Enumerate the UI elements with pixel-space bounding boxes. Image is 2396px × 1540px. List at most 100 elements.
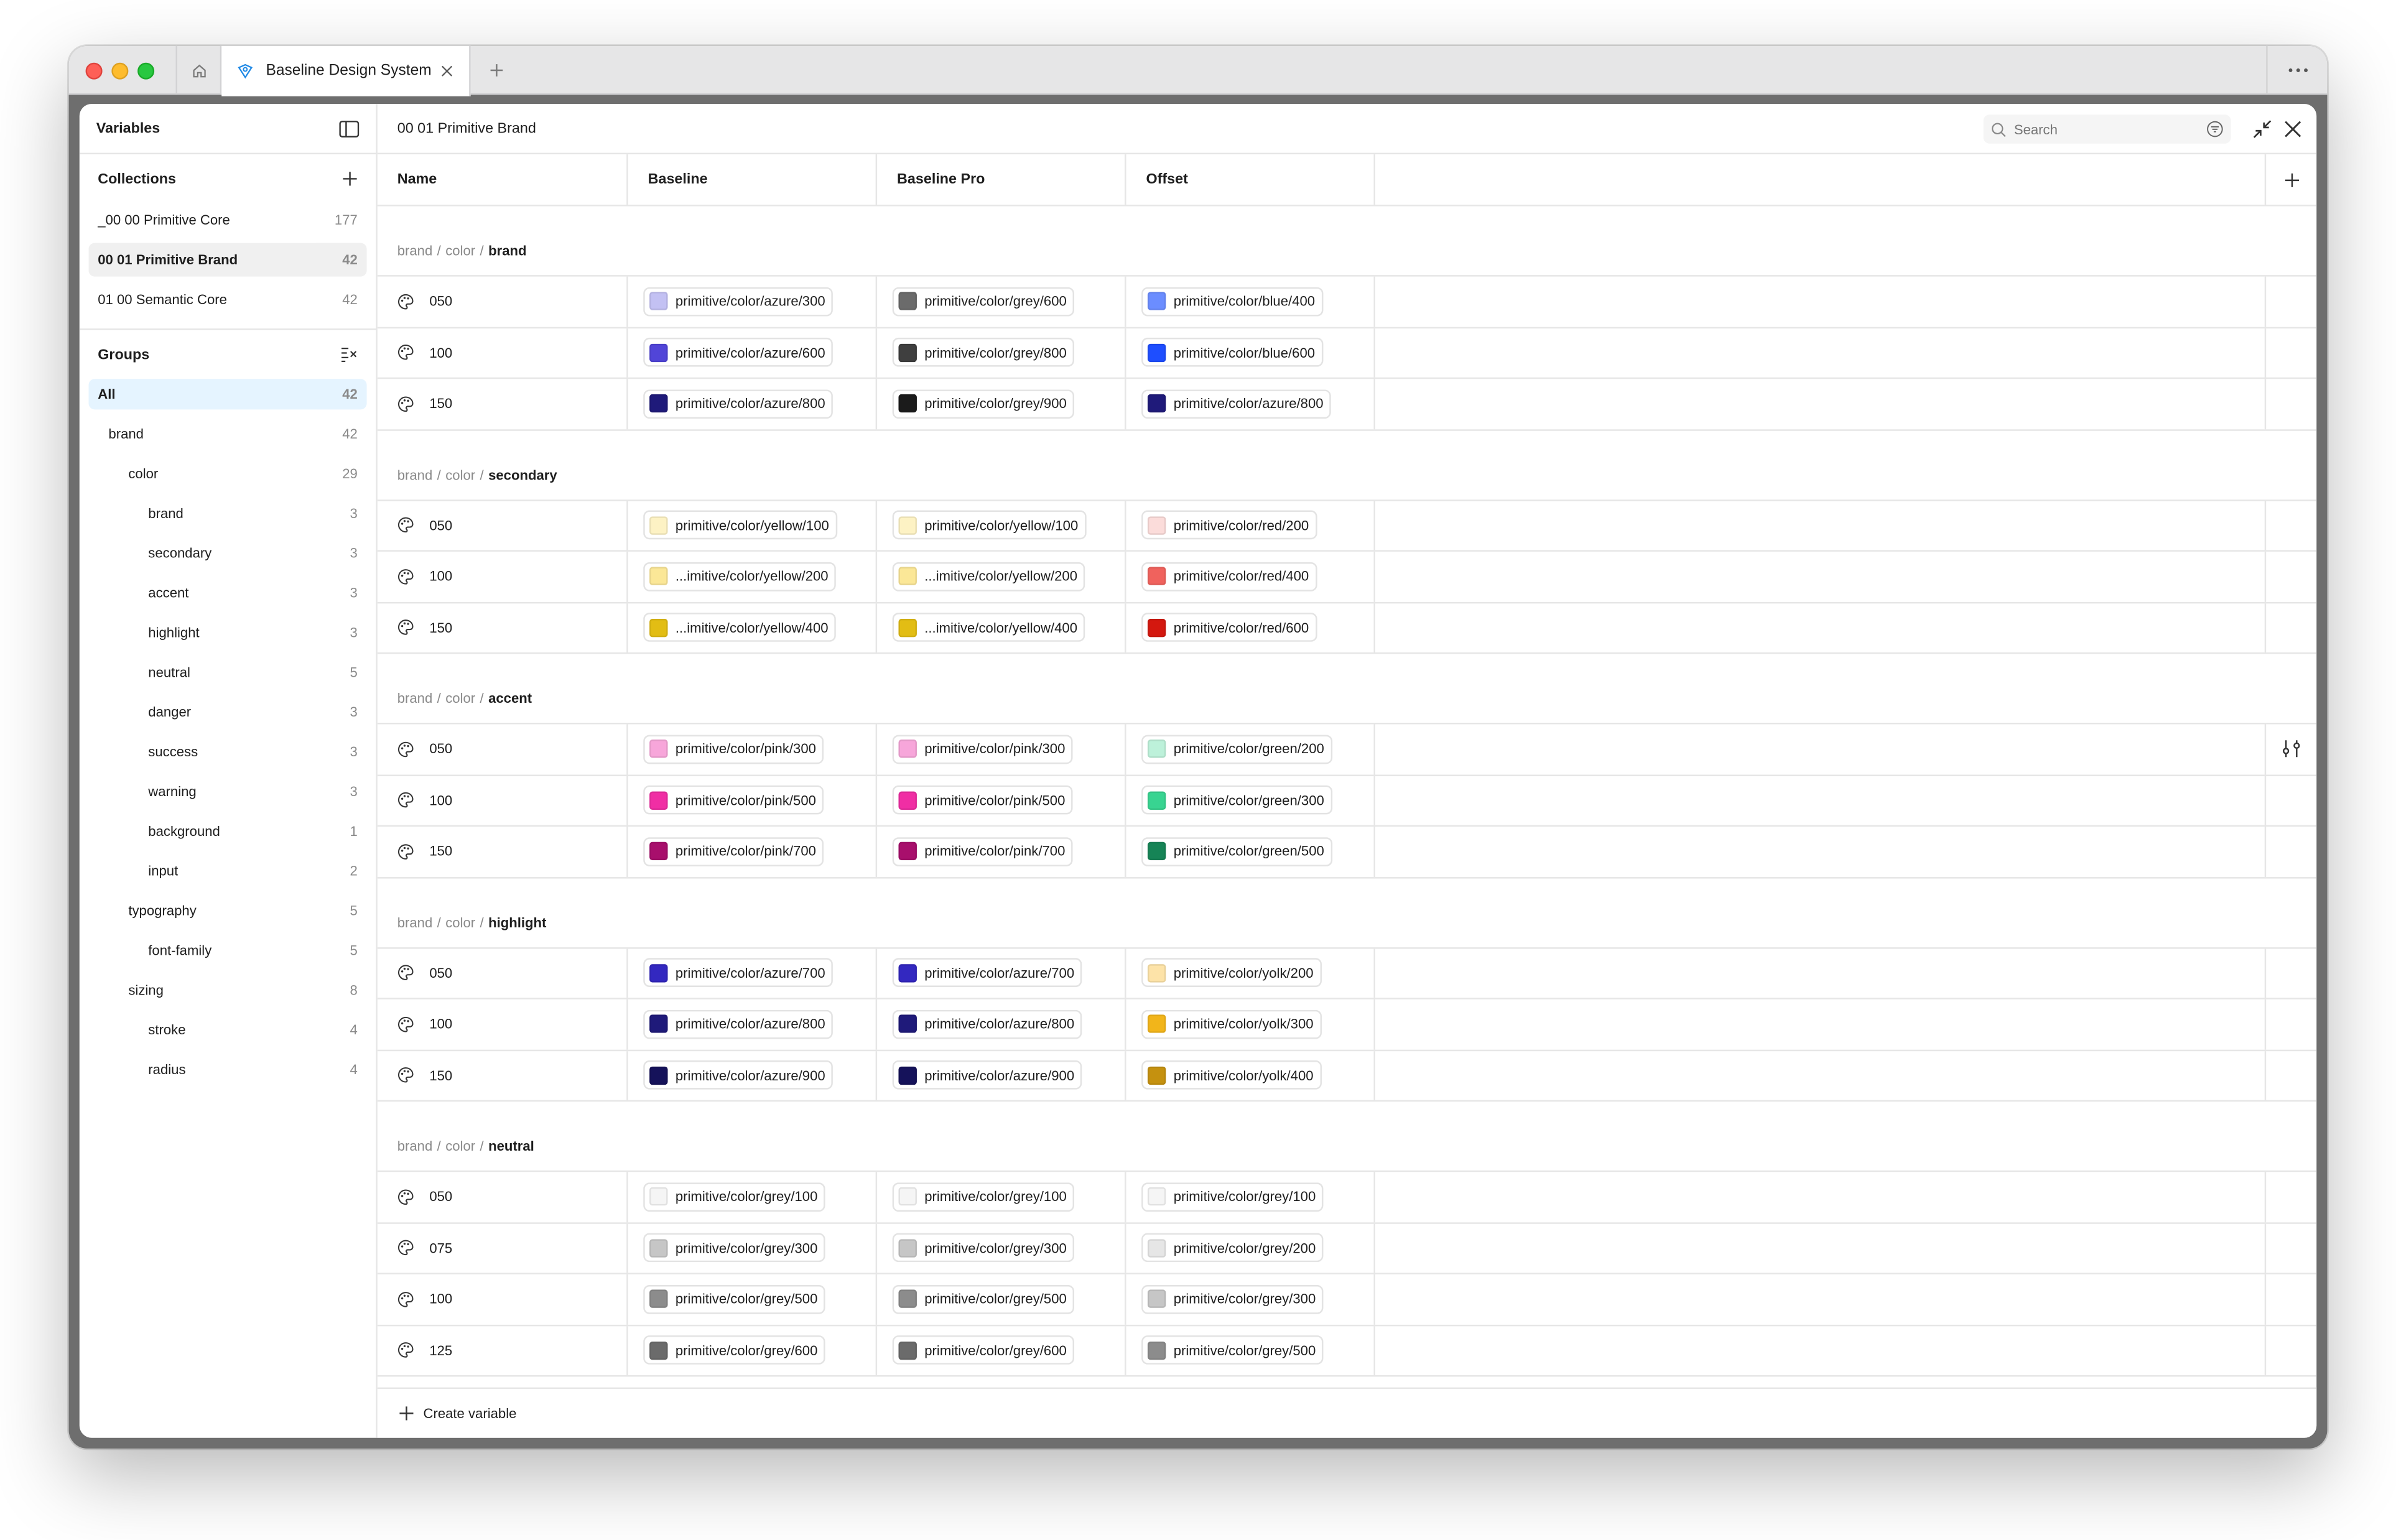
group-item[interactable]: input 2 [88, 856, 366, 886]
variable-name-cell[interactable]: 150 [378, 603, 628, 652]
alias-pill[interactable]: primitive/color/yolk/300 [1141, 1009, 1321, 1039]
variable-value-cell[interactable]: primitive/color/azure/800 [628, 999, 878, 1049]
variable-value-cell[interactable]: primitive/color/grey/100 [877, 1172, 1126, 1222]
variable-value-cell[interactable]: primitive/color/azure/900 [628, 1050, 878, 1100]
variable-value-cell[interactable]: primitive/color/grey/900 [877, 379, 1126, 429]
variable-value-cell[interactable]: primitive/color/azure/300 [628, 276, 878, 327]
variable-value-cell[interactable]: primitive/color/azure/700 [628, 948, 878, 998]
table-row[interactable]: 100 primitive/color/grey/500 primitive/col… [377, 1274, 2317, 1326]
variable-name-cell[interactable]: 150 [378, 379, 628, 429]
variable-name-cell[interactable]: 050 [378, 276, 628, 327]
alias-pill[interactable]: ...imitive/color/yellow/400 [892, 613, 1085, 642]
group-item[interactable]: font-family 5 [88, 935, 366, 965]
variable-value-cell[interactable]: primitive/color/green/300 [1126, 775, 1375, 825]
filter-icon[interactable] [2206, 121, 2223, 137]
row-options-cell[interactable] [2266, 501, 2316, 550]
group-item[interactable]: color 29 [88, 458, 366, 489]
search-box[interactable] [1983, 114, 2231, 144]
variable-value-cell[interactable]: primitive/color/grey/500 [877, 1274, 1126, 1324]
edit-variable-icon[interactable] [2282, 740, 2301, 758]
table-row[interactable]: 050 primitive/color/yellow/100 primitive/c… [377, 500, 2317, 552]
variable-value-cell[interactable]: primitive/color/azure/700 [877, 948, 1126, 998]
create-variable-button[interactable]: Create variable [399, 1406, 516, 1421]
variable-name-cell[interactable]: 150 [378, 827, 628, 876]
variable-value-cell[interactable]: primitive/color/pink/500 [628, 775, 878, 825]
alias-pill[interactable]: primitive/color/pink/700 [643, 837, 824, 866]
alias-pill[interactable]: primitive/color/azure/700 [892, 958, 1082, 988]
alias-pill[interactable]: ...imitive/color/yellow/200 [892, 562, 1085, 591]
new-tab-button[interactable] [485, 58, 509, 82]
variable-name-cell[interactable]: 100 [378, 999, 628, 1049]
add-collection-icon[interactable] [342, 171, 358, 187]
row-options-cell[interactable] [2266, 277, 2316, 327]
column-mode-baseline-pro[interactable]: Baseline Pro [877, 154, 1126, 205]
alias-pill[interactable]: primitive/color/grey/100 [1141, 1182, 1324, 1212]
variable-value-cell[interactable]: ...imitive/color/yellow/400 [628, 603, 878, 652]
search-input[interactable] [2013, 121, 2207, 137]
collection-item[interactable]: _00 00 Primitive Core 177 [88, 203, 366, 237]
alias-pill[interactable]: primitive/color/grey/100 [892, 1182, 1075, 1212]
table-row[interactable]: 100 ...imitive/color/yellow/200 ...imitive… [377, 551, 2317, 603]
variable-name-cell[interactable]: 050 [378, 500, 628, 550]
alias-pill[interactable]: primitive/color/grey/500 [643, 1284, 825, 1314]
variable-value-cell[interactable]: primitive/color/grey/300 [1126, 1274, 1375, 1324]
column-mode-baseline[interactable]: Baseline [628, 154, 878, 205]
row-options-cell[interactable] [2266, 1000, 2316, 1049]
alias-pill[interactable]: primitive/color/red/600 [1141, 613, 1317, 642]
alias-pill[interactable]: primitive/color/yolk/400 [1141, 1060, 1321, 1090]
alias-pill[interactable]: primitive/color/grey/900 [892, 389, 1075, 419]
alias-pill[interactable]: ...imitive/color/yellow/400 [643, 613, 836, 642]
variable-name-cell[interactable]: 050 [378, 948, 628, 998]
variable-value-cell[interactable]: primitive/color/grey/600 [628, 1325, 878, 1375]
row-options-cell[interactable] [2266, 948, 2316, 998]
variable-value-cell[interactable]: primitive/color/yellow/100 [877, 500, 1126, 550]
close-panel-icon[interactable] [2283, 119, 2303, 139]
variable-value-cell[interactable]: primitive/color/grey/300 [877, 1223, 1126, 1273]
column-mode-offset[interactable]: Offset [1126, 154, 1375, 205]
variable-name-cell[interactable]: 050 [378, 724, 628, 774]
alias-pill[interactable]: primitive/color/azure/800 [643, 389, 833, 419]
variable-name-cell[interactable]: 100 [378, 327, 628, 378]
variable-value-cell[interactable]: ...imitive/color/yellow/200 [628, 551, 878, 601]
variable-value-cell[interactable]: primitive/color/grey/300 [628, 1223, 878, 1273]
alias-pill[interactable]: primitive/color/azure/800 [643, 1009, 833, 1039]
variable-value-cell[interactable]: primitive/color/yolk/300 [1126, 999, 1375, 1049]
alias-pill[interactable]: primitive/color/grey/800 [892, 338, 1075, 368]
group-item[interactable]: neutral 5 [88, 657, 366, 687]
variable-value-cell[interactable]: primitive/color/yolk/400 [1126, 1050, 1375, 1100]
variable-name-cell[interactable]: 125 [378, 1325, 628, 1375]
alias-pill[interactable]: primitive/color/grey/600 [892, 1335, 1075, 1365]
variable-name-cell[interactable]: 150 [378, 1050, 628, 1100]
group-item[interactable]: accent 3 [88, 578, 366, 608]
variable-value-cell[interactable]: primitive/color/grey/600 [877, 276, 1126, 327]
row-options-cell[interactable] [2266, 379, 2316, 429]
close-icon[interactable] [440, 64, 454, 78]
alias-pill[interactable]: primitive/color/azure/900 [892, 1060, 1082, 1090]
table-row[interactable]: 100 primitive/color/azure/600 primitive/co… [377, 327, 2317, 379]
home-button[interactable] [175, 45, 222, 95]
group-item[interactable]: danger 3 [88, 697, 366, 727]
variable-value-cell[interactable]: ...imitive/color/yellow/400 [877, 603, 1126, 652]
alias-pill[interactable]: primitive/color/red/400 [1141, 562, 1317, 591]
alias-pill[interactable]: primitive/color/azure/800 [1141, 389, 1331, 419]
row-options-cell[interactable] [2266, 776, 2316, 825]
alias-pill[interactable]: primitive/color/azure/300 [643, 287, 833, 316]
alias-pill[interactable]: primitive/color/yellow/100 [643, 511, 837, 540]
alias-pill[interactable]: ...imitive/color/yellow/200 [643, 562, 836, 591]
variable-value-cell[interactable]: primitive/color/azure/800 [628, 379, 878, 429]
alias-pill[interactable]: primitive/color/azure/700 [643, 958, 833, 988]
row-options-cell[interactable] [2266, 1325, 2316, 1375]
table-row[interactable]: 050 primitive/color/azure/700 primitive/co… [377, 948, 2317, 1000]
table-row[interactable]: 075 primitive/color/grey/300 primitive/col… [377, 1223, 2317, 1274]
variable-name-cell[interactable]: 100 [378, 551, 628, 601]
group-item[interactable]: radius 4 [88, 1054, 366, 1085]
variable-value-cell[interactable]: primitive/color/pink/500 [877, 775, 1126, 825]
group-item[interactable]: brand 42 [88, 419, 366, 449]
variable-name-cell[interactable]: 075 [378, 1223, 628, 1273]
group-item[interactable]: brand 3 [88, 498, 366, 529]
alias-pill[interactable]: primitive/color/grey/300 [643, 1233, 825, 1263]
variable-value-cell[interactable]: primitive/color/green/500 [1126, 827, 1375, 876]
alias-pill[interactable]: primitive/color/grey/300 [892, 1233, 1075, 1263]
row-options-cell[interactable] [2266, 827, 2316, 876]
variable-value-cell[interactable]: primitive/color/grey/200 [1126, 1223, 1375, 1273]
